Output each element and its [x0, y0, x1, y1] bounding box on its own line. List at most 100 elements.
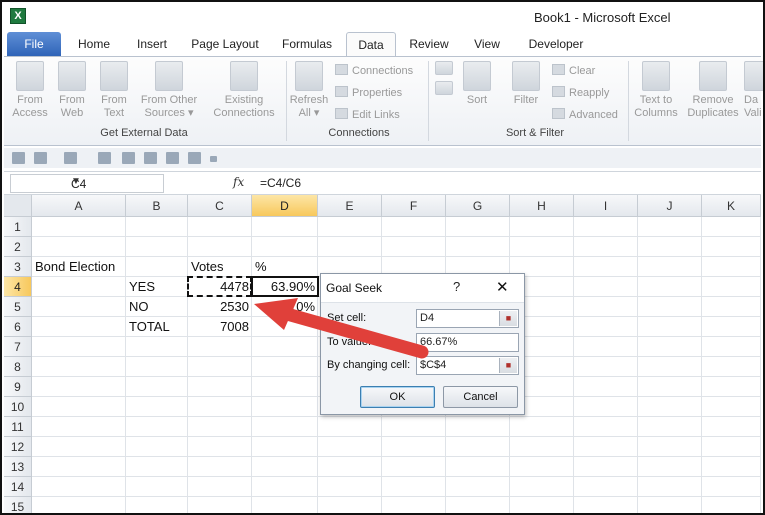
ttc-label-2: Columns: [634, 107, 678, 119]
preview-icon[interactable]: [166, 152, 179, 164]
tab-file[interactable]: File: [7, 32, 61, 56]
name-box[interactable]: C4 ▼: [10, 174, 164, 193]
group-separator: [428, 61, 429, 141]
cell-c5[interactable]: 2530: [188, 297, 252, 317]
reapply-button[interactable]: Reapply: [552, 86, 609, 99]
undo-icon[interactable]: [34, 152, 47, 164]
tab-data[interactable]: Data: [346, 32, 396, 56]
collapse-dialog-icon[interactable]: ■: [499, 311, 517, 326]
from-web-label-1: From: [59, 94, 85, 106]
gridline: [32, 236, 761, 237]
column-header-k[interactable]: K: [702, 195, 761, 217]
column-header-g[interactable]: G: [446, 195, 510, 217]
row-header-3[interactable]: 3: [4, 257, 32, 277]
tab-page-layout[interactable]: Page Layout: [184, 32, 266, 56]
web-icon: [58, 61, 86, 91]
gridline: [573, 217, 574, 513]
row-header-13[interactable]: 13: [4, 457, 32, 477]
row-header-14[interactable]: 14: [4, 477, 32, 497]
row-header-7[interactable]: 7: [4, 337, 32, 357]
to-value-value: 66.67%: [420, 336, 458, 348]
row-header-11[interactable]: 11: [4, 417, 32, 437]
tab-formulas[interactable]: Formulas: [274, 32, 340, 56]
properties-button[interactable]: Properties: [335, 86, 402, 99]
cell-d5[interactable]: 36.10%: [252, 297, 318, 317]
to-value-label: To value:: [327, 336, 372, 348]
filter-button[interactable]: Filter: [508, 61, 544, 107]
row-header-4[interactable]: 4: [4, 277, 32, 297]
column-header-j[interactable]: J: [638, 195, 702, 217]
sort-label: Sort: [466, 94, 488, 106]
close-icon[interactable]: ✕: [496, 278, 509, 296]
dialog-title-bar[interactable]: Goal Seek ? ✕: [321, 274, 524, 302]
tab-home[interactable]: Home: [68, 32, 120, 56]
text-to-columns-button[interactable]: Text to Columns: [632, 61, 680, 120]
row-header-9[interactable]: 9: [4, 377, 32, 397]
set-cell-field[interactable]: D4 ■: [416, 309, 519, 328]
tools-icon[interactable]: [122, 152, 135, 164]
set-cell-value: D4: [420, 312, 435, 324]
ttc-label-1: Text to: [639, 94, 673, 106]
cancel-button[interactable]: Cancel: [443, 386, 518, 408]
column-header-i[interactable]: I: [574, 195, 638, 217]
to-value-field[interactable]: 66.67%: [416, 333, 519, 352]
sort-az-button[interactable]: [432, 61, 456, 98]
row-header-6[interactable]: 6: [4, 317, 32, 337]
row-header-1[interactable]: 1: [4, 217, 32, 237]
remove-duplicates-button[interactable]: Remove Duplicates: [684, 61, 742, 120]
sort-az-icon: [435, 61, 453, 75]
sort-button[interactable]: Sort: [460, 61, 494, 107]
row-header-10[interactable]: 10: [4, 397, 32, 417]
excel-app-icon[interactable]: X: [10, 8, 26, 24]
column-header-e[interactable]: E: [318, 195, 382, 217]
row-header-15[interactable]: 15: [4, 497, 32, 513]
refresh-all-button[interactable]: Refresh All ▾: [288, 61, 330, 120]
tab-review[interactable]: Review: [402, 32, 456, 56]
tab-developer[interactable]: Developer: [520, 32, 592, 56]
pivot-icon[interactable]: [144, 152, 157, 164]
row-header-8[interactable]: 8: [4, 357, 32, 377]
changing-cell-value: $C$4: [420, 359, 447, 371]
changing-cell-field[interactable]: $C$4 ■: [416, 356, 519, 375]
from-text-button[interactable]: From Text: [94, 61, 134, 120]
existing-label-2: Connections: [213, 107, 275, 119]
from-web-button[interactable]: From Web: [52, 61, 92, 120]
column-header-c[interactable]: C: [188, 195, 252, 217]
advanced-button[interactable]: Advanced: [552, 108, 618, 121]
connections-button[interactable]: Connections: [335, 64, 413, 77]
window-icon[interactable]: [188, 152, 201, 164]
ok-button[interactable]: OK: [360, 386, 435, 408]
column-header-d[interactable]: D: [252, 195, 318, 217]
cell-a3[interactable]: Bond Election: [35, 257, 189, 277]
tab-view[interactable]: View: [464, 32, 510, 56]
column-header-f[interactable]: F: [382, 195, 446, 217]
tab-insert[interactable]: Insert: [126, 32, 178, 56]
insert-function-icon[interactable]: fx: [233, 175, 244, 189]
customize-dropdown-icon[interactable]: [210, 156, 217, 162]
column-header-b[interactable]: B: [126, 195, 188, 217]
chevron-down-icon[interactable]: ▼: [71, 176, 159, 187]
select-all-corner[interactable]: [4, 195, 32, 217]
existing-connections-button[interactable]: Existing Connections: [208, 61, 280, 120]
text-file-icon: [100, 61, 128, 91]
help-icon[interactable]: ?: [453, 279, 460, 294]
title-bar: X Book1 - Microsoft Excel: [2, 2, 763, 30]
row-header-2[interactable]: 2: [4, 237, 32, 257]
row-header-12[interactable]: 12: [4, 437, 32, 457]
excel-window: X Book1 - Microsoft Excel File Home Inse…: [0, 0, 765, 515]
from-other-sources-button[interactable]: From Other Sources ▾: [136, 61, 202, 120]
clear-button[interactable]: Clear: [552, 64, 595, 77]
formula-input[interactable]: =C4/C6: [260, 176, 301, 190]
save-icon[interactable]: [12, 152, 25, 164]
from-other-label-2: Sources ▾: [144, 107, 194, 119]
column-header-h[interactable]: H: [510, 195, 574, 217]
edit-links-button[interactable]: Edit Links: [335, 108, 400, 121]
collapse-dialog-icon[interactable]: ■: [499, 358, 517, 373]
redo-icon[interactable]: [64, 152, 77, 164]
data-validation-button[interactable]: Da Vali: [744, 61, 763, 120]
cell-c6[interactable]: 7008: [188, 317, 252, 337]
column-header-a[interactable]: A: [32, 195, 126, 217]
from-access-button[interactable]: From Access: [10, 61, 50, 120]
form-icon[interactable]: [98, 152, 111, 164]
row-header-5[interactable]: 5: [4, 297, 32, 317]
